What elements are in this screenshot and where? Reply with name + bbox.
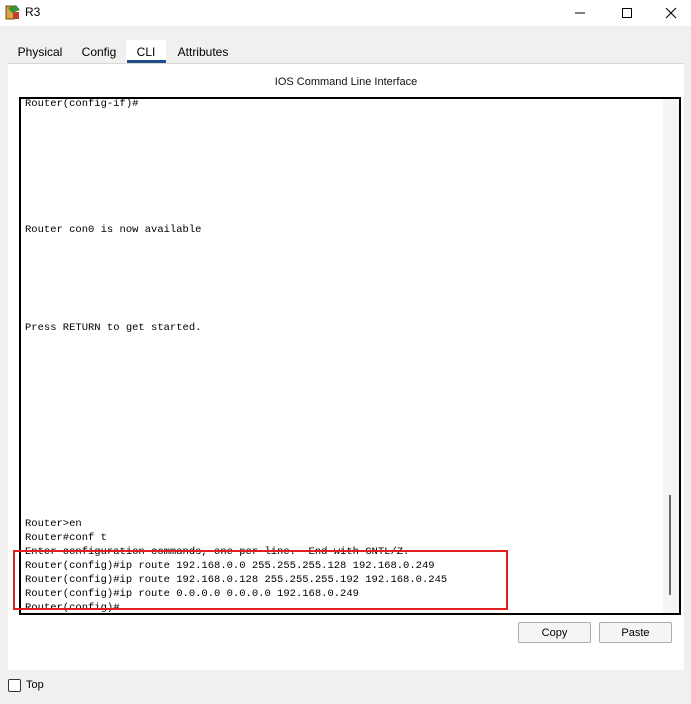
tab-attributes[interactable]: Attributes [172, 40, 234, 64]
terminal-scrollbar[interactable] [663, 99, 679, 613]
copy-button[interactable]: Copy [518, 622, 591, 643]
scrollbar-thumb[interactable] [669, 495, 671, 595]
tab-config[interactable]: Config [76, 40, 122, 64]
terminal-line: Router(config-if)# [25, 99, 139, 110]
close-icon [665, 7, 677, 19]
close-button[interactable] [651, 0, 691, 26]
tab-bar: Physical Config CLI Attributes [8, 40, 688, 64]
terminal-line: Router#conf t [25, 532, 107, 544]
maximize-button[interactable] [604, 0, 650, 26]
minimize-button[interactable] [557, 0, 603, 26]
paste-button[interactable]: Paste [599, 622, 672, 643]
minimize-icon [575, 12, 585, 14]
maximize-icon [622, 8, 632, 18]
cli-panel: IOS Command Line Interface Router(config… [8, 63, 684, 670]
window-title: R3 [25, 5, 41, 19]
terminal-line: Press RETURN to get started. [25, 322, 202, 334]
terminal-output[interactable]: Router(config-if)# Router con0 is now av… [21, 99, 657, 613]
panel-heading: IOS Command Line Interface [274, 76, 418, 88]
router-app-icon [4, 4, 22, 22]
tab-physical[interactable]: Physical [12, 40, 68, 64]
cli-terminal[interactable]: Router(config-if)# Router con0 is now av… [19, 97, 681, 615]
top-checkbox[interactable] [8, 679, 21, 692]
top-label: Top [26, 679, 44, 691]
terminal-line: Router>en [25, 518, 82, 530]
highlight-annotation-box [13, 550, 508, 610]
title-bar: R3 [0, 0, 691, 26]
terminal-line: Router con0 is now available [25, 224, 202, 236]
